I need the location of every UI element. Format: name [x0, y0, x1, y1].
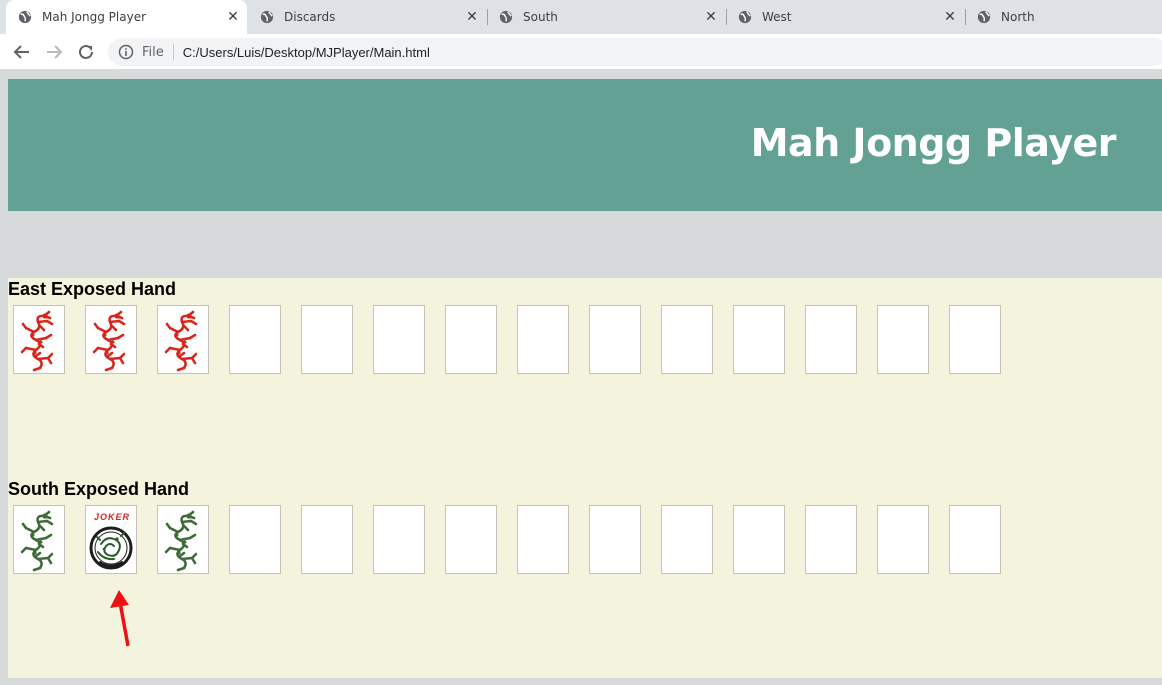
joker-icon: JOKER [89, 512, 133, 570]
empty-tile-slot[interactable] [517, 305, 569, 374]
empty-tile-slot[interactable] [301, 305, 353, 374]
red-dragon-tile[interactable] [13, 305, 65, 374]
tab-title: West [762, 10, 792, 24]
empty-tile-slot[interactable] [661, 305, 713, 374]
tab-title: South [523, 10, 558, 24]
tab-title: Mah Jongg Player [42, 10, 147, 24]
tab-title: North [1001, 10, 1035, 24]
south-hand-label: South Exposed Hand [8, 479, 190, 499]
empty-tile-slot[interactable] [805, 505, 857, 574]
info-icon[interactable] [118, 44, 134, 60]
empty-tile-slot[interactable] [229, 305, 281, 374]
green-dragon-icon [20, 510, 54, 572]
omnibox-divider [172, 44, 174, 60]
close-icon[interactable]: ✕ [462, 7, 482, 27]
tab-south[interactable]: South ✕ [487, 0, 725, 34]
arrow-right-icon [47, 45, 63, 59]
red-dragon-icon [164, 310, 198, 372]
empty-tile-slot[interactable] [373, 305, 425, 374]
empty-tile-slot[interactable] [877, 505, 929, 574]
close-icon[interactable]: ✕ [223, 7, 243, 27]
empty-tile-slot[interactable] [877, 305, 929, 374]
arrow-left-icon [13, 45, 29, 59]
empty-tile-slot[interactable] [733, 505, 785, 574]
svg-text:JOKER: JOKER [94, 512, 130, 522]
tab-strip: Mah Jongg Player ✕ Discards ✕ South ✕ We… [0, 0, 1162, 34]
forward-button[interactable] [42, 40, 66, 64]
empty-tile-slot[interactable] [589, 505, 641, 574]
empty-tile-slot[interactable] [517, 505, 569, 574]
empty-tile-slot[interactable] [661, 505, 713, 574]
empty-tile-slot[interactable] [589, 305, 641, 374]
browser-toolbar: File C:/Users/Luis/Desktop/MJPlayer/Main… [0, 34, 1162, 70]
green-dragon-tile[interactable] [13, 505, 65, 574]
globe-icon [260, 10, 274, 24]
back-button[interactable] [10, 40, 34, 64]
green-dragon-tile[interactable] [157, 505, 209, 574]
close-icon[interactable]: ✕ [940, 7, 960, 27]
tab-west[interactable]: West ✕ [726, 0, 964, 34]
empty-tile-slot[interactable] [229, 505, 281, 574]
red-dragon-tile[interactable] [85, 305, 137, 374]
red-dragon-icon [20, 310, 54, 372]
url-scheme: File [142, 44, 164, 60]
reload-icon [79, 44, 93, 59]
joker-tile[interactable]: JOKER [85, 505, 137, 574]
empty-tile-slot[interactable] [949, 305, 1001, 374]
arrow-icon [110, 590, 130, 647]
page-content: Mah Jongg Player East Exposed Hand South… [0, 71, 1162, 685]
empty-tile-slot[interactable] [301, 505, 353, 574]
red-dragon-icon [92, 310, 126, 372]
page-header: Mah Jongg Player [8, 79, 1162, 211]
tab-discards[interactable]: Discards ✕ [248, 0, 486, 34]
globe-icon [977, 10, 991, 24]
green-dragon-icon [164, 510, 198, 572]
url-text[interactable]: C:/Users/Luis/Desktop/MJPlayer/Main.html [183, 45, 430, 60]
east-hand-label: East Exposed Hand [8, 279, 177, 299]
globe-icon [499, 10, 513, 24]
tab-north[interactable]: North [965, 0, 1162, 34]
page-title: Mah Jongg Player [750, 121, 1117, 165]
empty-tile-slot[interactable] [805, 305, 857, 374]
empty-tile-slot[interactable] [445, 505, 497, 574]
tab-mah-jongg-player[interactable]: Mah Jongg Player ✕ [6, 0, 247, 34]
tab-title: Discards [284, 10, 336, 24]
empty-tile-slot[interactable] [373, 505, 425, 574]
globe-icon [738, 10, 752, 24]
game-table: East Exposed Hand South Exposed Hand JOK… [8, 278, 1162, 678]
empty-tile-slot[interactable] [949, 505, 1001, 574]
red-dragon-tile[interactable] [157, 305, 209, 374]
reload-button[interactable] [74, 40, 98, 64]
empty-tile-slot[interactable] [733, 305, 785, 374]
close-icon[interactable]: ✕ [701, 7, 721, 27]
globe-icon [18, 10, 32, 24]
empty-tile-slot[interactable] [445, 305, 497, 374]
address-bar[interactable]: File C:/Users/Luis/Desktop/MJPlayer/Main… [108, 38, 1162, 66]
